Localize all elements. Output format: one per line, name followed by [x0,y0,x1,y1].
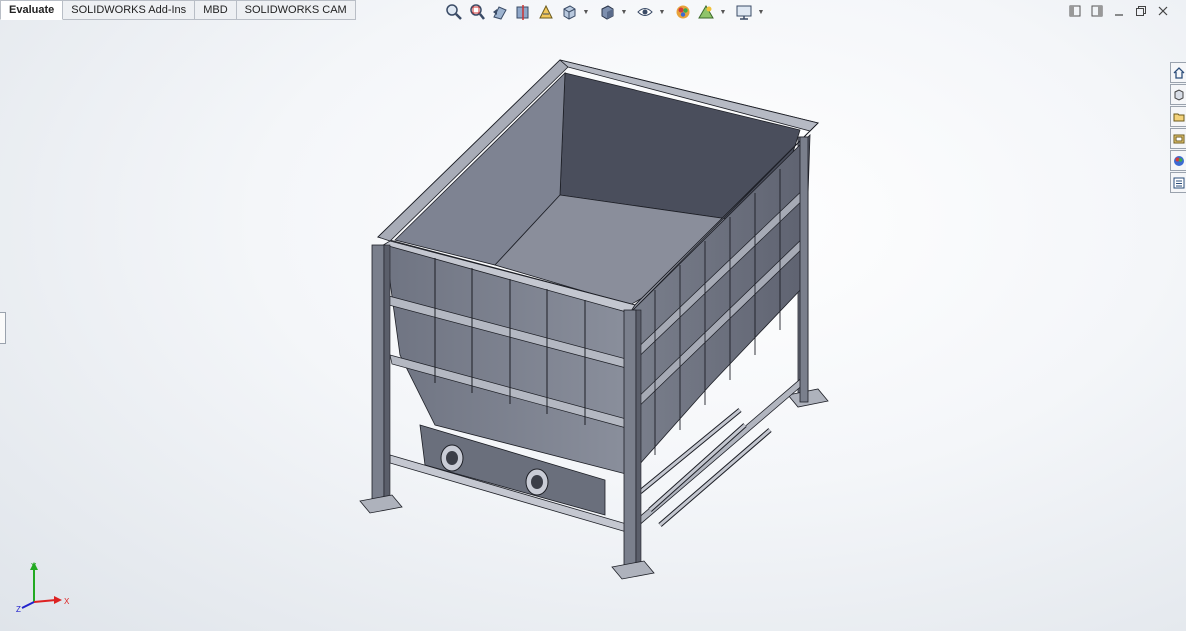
hopper-model-viewport[interactable] [350,55,840,595]
view-palette-icon[interactable] [1170,128,1186,149]
apply-scene-icon[interactable] [696,2,716,22]
feature-manager-collapse-handle[interactable] [0,312,6,344]
window-controls [1068,4,1170,18]
minimize-icon[interactable] [1112,4,1126,18]
view-settings-icon[interactable] [734,2,754,22]
display-style-dropdown-icon[interactable]: ▼ [620,2,628,22]
custom-properties-icon[interactable] [1170,172,1186,193]
apply-scene-dropdown-icon[interactable]: ▼ [719,2,727,22]
task-pane-tabs [1170,62,1186,193]
zoom-to-fit-icon[interactable] [444,2,464,22]
tile-left-icon[interactable] [1068,4,1082,18]
triad-x-label: X [64,597,70,606]
edit-appearance-icon[interactable] [673,2,693,22]
close-icon[interactable] [1156,4,1170,18]
view-orientation-dropdown-icon[interactable]: ▼ [582,2,590,22]
section-view-icon[interactable] [513,2,533,22]
zoom-to-area-icon[interactable] [467,2,487,22]
hide-show-items-icon[interactable] [635,2,655,22]
parts-library-icon[interactable] [1170,84,1186,105]
tab-solidworks-cam[interactable]: SOLIDWORKS CAM [236,0,356,20]
command-manager-tabs: Evaluate SOLIDWORKS Add-Ins MBD SOLIDWOR… [0,0,356,20]
hide-show-dropdown-icon[interactable]: ▼ [658,2,666,22]
view-settings-dropdown-icon[interactable]: ▼ [757,2,765,22]
file-explorer-icon[interactable] [1170,106,1186,127]
dynamic-annotation-icon[interactable] [536,2,556,22]
appearances-icon[interactable] [1170,150,1186,171]
reference-triad: Y X Z [16,562,70,614]
heads-up-view-toolbar: ▼ ▼ ▼ ▼ ▼ [444,2,769,22]
restore-icon[interactable] [1134,4,1148,18]
home-icon[interactable] [1170,62,1186,83]
tab-evaluate[interactable]: Evaluate [0,0,64,20]
view-orientation-icon[interactable] [559,2,579,22]
tab-solidworks-add-ins[interactable]: SOLIDWORKS Add-Ins [63,0,196,20]
tab-mbd[interactable]: MBD [195,0,237,20]
triad-z-label: Z [16,605,21,614]
previous-view-icon[interactable] [490,2,510,22]
display-style-icon[interactable] [597,2,617,22]
triad-y-label: Y [31,562,37,571]
tile-right-icon[interactable] [1090,4,1104,18]
